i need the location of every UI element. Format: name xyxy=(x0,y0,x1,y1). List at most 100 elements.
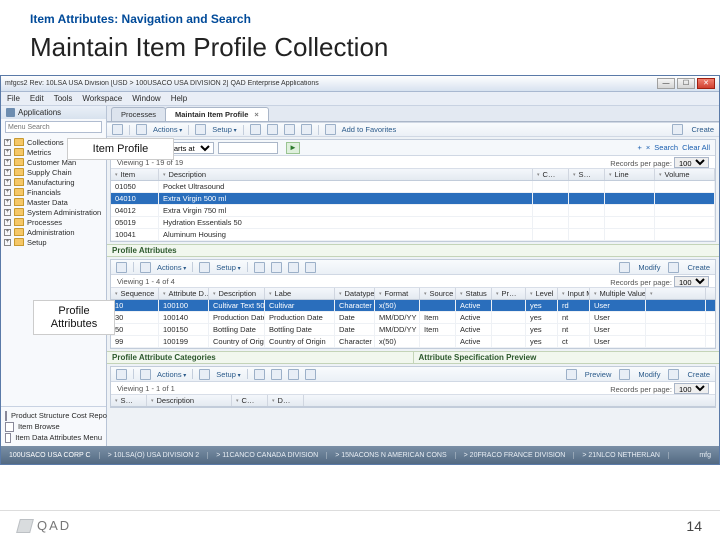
menu-workspace[interactable]: Workspace xyxy=(82,94,122,103)
create-link[interactable]: Create xyxy=(691,125,714,134)
clear-all-link[interactable]: Clear All xyxy=(682,143,710,152)
cat-toolbar: Actions Setup Preview Modify Create xyxy=(111,367,715,382)
table-row[interactable]: 04010Extra Virgin 500 ml xyxy=(111,193,715,205)
create-link[interactable]: Create xyxy=(687,263,710,272)
nav-last-icon[interactable] xyxy=(301,124,312,135)
table-row[interactable]: 10100100Cultivar Text 50CultivarCharacte… xyxy=(111,300,715,312)
eye-icon[interactable] xyxy=(566,369,577,380)
wrench-icon[interactable] xyxy=(199,262,210,273)
breadcrumb-chip[interactable]: > 15NACONS N AMERICAN CONS xyxy=(327,452,455,459)
tree-item[interactable]: +Manufacturing xyxy=(4,177,103,187)
link-item[interactable]: Product Structure Cost Report xyxy=(5,410,102,421)
nav-first-icon[interactable] xyxy=(254,369,265,380)
tree-item[interactable]: +Administration xyxy=(4,227,103,237)
tab-maintain-item-profile[interactable]: Maintain Item Profile× xyxy=(165,107,269,121)
wrench-icon[interactable] xyxy=(195,124,206,135)
nav-last-icon[interactable] xyxy=(305,369,316,380)
col-line[interactable]: Line xyxy=(605,169,655,180)
grid-icon[interactable] xyxy=(116,262,127,273)
table-row[interactable]: 50100150Bottling DateBottling DateDateMM… xyxy=(111,324,715,336)
nav-prev-icon[interactable] xyxy=(267,124,278,135)
modify-link[interactable]: Modify xyxy=(638,370,660,379)
breadcrumb-chip[interactable]: > 11CANCO CANADA DIVISION xyxy=(208,452,327,459)
nav-next-icon[interactable] xyxy=(288,262,299,273)
nav-prev-icon[interactable] xyxy=(271,262,282,273)
col-desc[interactable]: Description xyxy=(159,169,533,180)
wrench-icon[interactable] xyxy=(199,369,210,380)
preview-link[interactable]: Preview xyxy=(585,370,612,379)
rpp-select[interactable]: 100 xyxy=(674,157,709,168)
nav-next-icon[interactable] xyxy=(284,124,295,135)
menu-window[interactable]: Window xyxy=(132,94,160,103)
table-row[interactable]: 04012Extra Virgin 750 ml xyxy=(111,205,715,217)
setup-menu[interactable]: Setup xyxy=(212,125,236,134)
create-link[interactable]: Create xyxy=(687,370,710,379)
pencil-icon[interactable] xyxy=(619,262,630,273)
menu-tools[interactable]: Tools xyxy=(54,94,73,103)
add-filter[interactable]: + xyxy=(638,143,642,152)
remove-filter[interactable]: × xyxy=(646,143,650,152)
nav-first-icon[interactable] xyxy=(254,262,265,273)
setup-menu[interactable]: Setup xyxy=(216,263,240,272)
table-row[interactable]: 01050Pocket Ultrasound xyxy=(111,181,715,193)
plus-icon[interactable] xyxy=(668,262,679,273)
folder-icon xyxy=(14,158,24,166)
plus-icon[interactable] xyxy=(672,124,683,135)
bolt-icon[interactable] xyxy=(140,369,151,380)
tab-processes[interactable]: Processes xyxy=(111,107,166,121)
plus-icon[interactable] xyxy=(668,369,679,380)
nav-next-icon[interactable] xyxy=(288,369,299,380)
folder-icon xyxy=(14,138,24,146)
maximize-button[interactable]: ☐ xyxy=(677,78,695,89)
menu-help[interactable]: Help xyxy=(171,94,187,103)
menu-file[interactable]: File xyxy=(7,94,20,103)
minimize-button[interactable]: — xyxy=(657,78,675,89)
col-s[interactable]: S… xyxy=(569,169,605,180)
actions-menu[interactable]: Actions xyxy=(153,125,182,134)
tree-item[interactable]: +Supply Chain xyxy=(4,167,103,177)
grid-icon[interactable] xyxy=(116,369,127,380)
breadcrumb-chip[interactable]: > 10LSA(O) USA DIVISION 2 xyxy=(100,452,209,459)
add-favorites[interactable]: Add to Favorites xyxy=(342,125,397,134)
go-button[interactable]: ► xyxy=(286,142,300,154)
link-item[interactable]: Item Browse xyxy=(5,421,102,432)
star-icon[interactable] xyxy=(325,124,336,135)
actions-menu[interactable]: Actions xyxy=(157,263,186,272)
nav-last-icon[interactable] xyxy=(305,262,316,273)
actions-menu[interactable]: Actions xyxy=(157,370,186,379)
table-row[interactable]: 99100199Country of Origin Text50Country … xyxy=(111,336,715,348)
breadcrumb-chip[interactable]: > 21NLCO NETHERLAN xyxy=(574,452,669,459)
nav-prev-icon[interactable] xyxy=(271,369,282,380)
tree-item[interactable]: +System Administration xyxy=(4,207,103,217)
close-button[interactable]: ✕ xyxy=(697,78,715,89)
modify-link[interactable]: Modify xyxy=(638,263,660,272)
grid-icon[interactable] xyxy=(112,124,123,135)
table-row[interactable]: 10041Aluminum Housing xyxy=(111,229,715,241)
tree-item[interactable]: +Financials xyxy=(4,187,103,197)
tree-item[interactable]: +Setup xyxy=(4,237,103,247)
applications-icon xyxy=(6,108,15,117)
nav-first-icon[interactable] xyxy=(250,124,261,135)
tab-close-icon[interactable]: × xyxy=(254,110,258,119)
col-c[interactable]: C… xyxy=(533,169,569,180)
bolt-icon[interactable] xyxy=(136,124,147,135)
tree-item[interactable]: +Processes xyxy=(4,217,103,227)
col-vol[interactable]: Volume xyxy=(655,169,715,180)
table-row[interactable]: 05019Hydration Essentials 50 xyxy=(111,217,715,229)
table-row[interactable]: 30100140Production DateProduction DateDa… xyxy=(111,312,715,324)
tree-item[interactable]: +Master Data xyxy=(4,197,103,207)
filter-value-input[interactable] xyxy=(218,142,278,154)
link-item[interactable]: Item Data Attributes Menu xyxy=(5,432,102,443)
rpp-select[interactable]: 100 xyxy=(674,276,709,287)
col-item[interactable]: Item xyxy=(111,169,159,180)
rpp-select[interactable]: 100 xyxy=(674,383,709,394)
pencil-icon[interactable] xyxy=(619,369,630,380)
setup-menu[interactable]: Setup xyxy=(216,370,240,379)
breadcrumb-chip[interactable]: > 20FRACO FRANCE DIVISION xyxy=(456,452,575,459)
menu-search-input[interactable] xyxy=(5,121,102,133)
search-link[interactable]: Search xyxy=(654,143,678,152)
menu-edit[interactable]: Edit xyxy=(30,94,44,103)
page-toolbar: Actions Setup Add to Favorites Create xyxy=(107,122,719,137)
bolt-icon[interactable] xyxy=(140,262,151,273)
breadcrumb-chip[interactable]: 100USACO USA CORP C xyxy=(1,452,100,459)
